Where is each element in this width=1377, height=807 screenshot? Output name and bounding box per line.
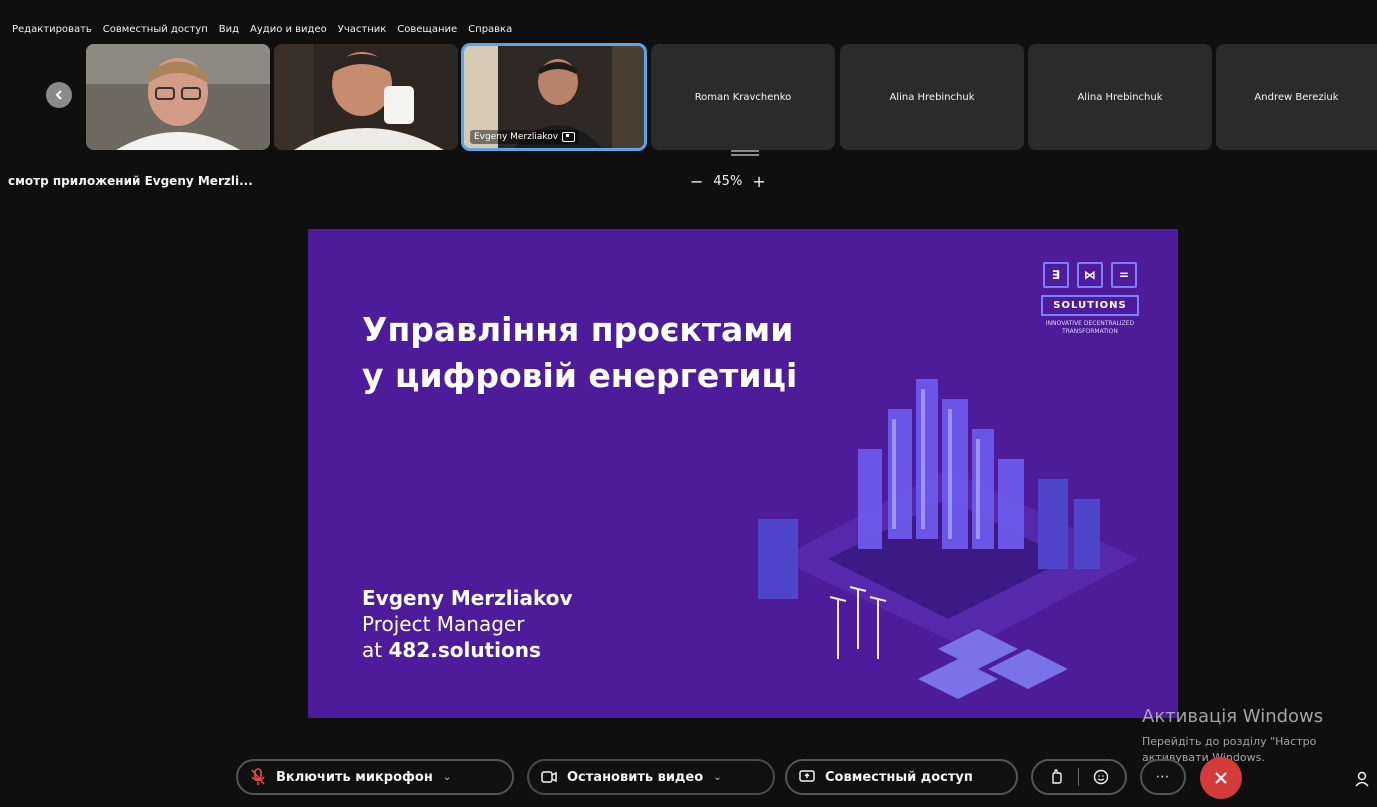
presenter-name: Evgeny Merzliakov [362, 586, 573, 610]
menu-bar: Редактировать Совместный доступ Вид Ауди… [0, 0, 1377, 44]
brand-tagline: INNOVATIVE DECENTRALIZED TRANSFORMATION [1045, 320, 1135, 335]
participant-tile[interactable]: Andrew Bereziuk [1216, 44, 1377, 150]
participant-video-tile[interactable] [274, 44, 458, 150]
previous-participants-button[interactable] [46, 82, 72, 108]
presenter-company: at 482.solutions [362, 638, 541, 662]
smart-city-illustration [758, 379, 1138, 699]
screen-share-icon [562, 132, 576, 142]
shared-slide: Управління проєктами у цифровій енергети… [308, 229, 1178, 718]
end-call-button[interactable] [1200, 757, 1242, 799]
chevron-down-icon[interactable]: ⌄ [713, 772, 721, 783]
share-button[interactable]: Совместный доступ [785, 759, 1018, 795]
video-button[interactable]: Остановить видео ⌄ [527, 759, 775, 795]
participant-video [274, 44, 458, 150]
emoji-icon[interactable] [1093, 769, 1109, 785]
chevron-left-icon [55, 90, 62, 100]
more-icon: ⋯ [1155, 769, 1171, 785]
participant-name: Alina Hrebinchuk [1077, 91, 1163, 103]
menu-meeting[interactable]: Совещание [397, 24, 457, 35]
presenter-role: Project Manager [362, 612, 525, 636]
brand-logo: ∃ ⋈ = SOLUTIONS INNOVATIVE DECENTRALIZED… [1020, 262, 1160, 336]
share-label: Совместный доступ [825, 769, 973, 785]
participant-name: Alina Hrebinchuk [889, 91, 975, 103]
menu-view[interactable]: Вид [219, 24, 239, 35]
participants-icon[interactable] [1355, 770, 1373, 788]
mic-label: Включить микрофон [276, 769, 433, 785]
close-icon [1215, 772, 1227, 784]
zoom-out-button[interactable]: − [690, 172, 703, 191]
raise-hand-icon[interactable] [1050, 769, 1064, 785]
zoom-control: − 45% + [690, 172, 766, 191]
participant-name: Roman Kravchenko [694, 91, 792, 103]
meeting-toolbar: Включить микрофон ⌄ Остановить видео ⌄ С… [0, 748, 1377, 807]
brand-icon: = [1111, 262, 1137, 288]
participant-tile[interactable]: Roman Kravchenko [651, 44, 835, 150]
menu-sharing[interactable]: Совместный доступ [103, 24, 208, 35]
brand-icon: ∃ [1043, 262, 1069, 288]
camera-icon [541, 771, 557, 783]
menu-edit[interactable]: Редактировать [12, 24, 92, 35]
participant-tile[interactable]: Alina Hrebinchuk [840, 44, 1024, 150]
brand-name: SOLUTIONS [1041, 295, 1139, 316]
participant-tile[interactable]: Alina Hrebinchuk [1028, 44, 1212, 150]
share-header: смотр приложений Evgeny Merzli... − 45% … [0, 160, 1377, 200]
reactions-group [1031, 759, 1127, 795]
more-options-button[interactable]: ⋯ [1140, 759, 1186, 795]
screen-share-icon [799, 770, 815, 782]
mic-muted-icon [251, 768, 265, 785]
brand-icon: ⋈ [1077, 262, 1103, 288]
participant-video [86, 44, 270, 150]
chevron-down-icon[interactable]: ⌄ [443, 772, 451, 783]
menu-audio-video[interactable]: Аудио и видео [250, 24, 327, 35]
mic-button[interactable]: Включить микрофон ⌄ [236, 759, 514, 795]
share-title: смотр приложений Evgeny Merzli... [8, 174, 253, 188]
resize-handle[interactable] [731, 150, 759, 156]
presenter-info: Evgeny Merzliakov Project Manager at 482… [362, 585, 573, 663]
zoom-in-button[interactable]: + [752, 172, 765, 191]
separator [1077, 768, 1079, 786]
participant-video-tile-active[interactable]: Evgeny Merzliakov [461, 43, 647, 151]
zoom-level: 45% [713, 174, 743, 189]
participant-name: Andrew Bereziuk [1254, 91, 1339, 103]
menu-participant[interactable]: Участник [338, 24, 387, 35]
menu-help[interactable]: Справка [468, 24, 512, 35]
video-label: Остановить видео [567, 769, 704, 785]
participant-name-label: Evgeny Merzliakov [470, 130, 580, 144]
participant-video-tile[interactable] [86, 44, 270, 150]
